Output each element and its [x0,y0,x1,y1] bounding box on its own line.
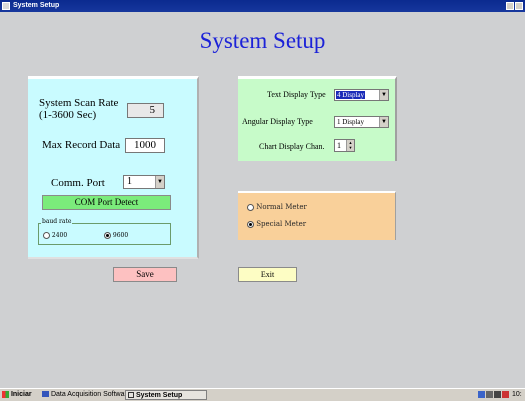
port-settings-panel: System Scan Rate (1-3600 Sec) 5 Max Reco… [28,76,199,259]
start-label: Iniciar [10,391,32,398]
text-display-select[interactable]: 4 Display ▼ [334,89,389,101]
meter-type-panel: Normal Meter Special Meter [238,191,396,240]
baud-radio-9600[interactable]: 9600 [104,232,128,239]
close-button[interactable] [515,2,523,10]
exit-button[interactable]: Exit [238,267,297,282]
security-icon[interactable] [502,391,509,398]
spinner-arrows-icon[interactable]: ▲ ▼ [346,140,354,151]
radio-selected-icon [247,220,254,228]
max-record-input[interactable]: 1000 [125,138,165,153]
chart-display-label: Chart Display Chan. [259,142,325,151]
normal-meter-label: Normal Meter [256,203,307,211]
angular-display-select[interactable]: 1 Display ▼ [334,116,389,128]
taskbar-item-label: System Setup [135,392,183,399]
text-display-label: Text Display Type [267,90,326,99]
max-record-label: Max Record Data [42,139,121,151]
display-settings-panel: Text Display Type 4 Display ▼ Angular Di… [238,76,397,161]
start-button[interactable]: Iniciar [2,390,32,400]
comm-port-label: Comm. Port [51,177,105,189]
chevron-down-icon: ▼ [155,176,164,188]
app-icon [2,2,10,10]
radio-icon [43,232,50,239]
radio-selected-icon [104,232,111,239]
special-meter-radio[interactable]: Special Meter [247,220,306,228]
baud-rate-group-label: baud rate [41,218,73,225]
page-title: System Setup [199,28,326,53]
monitor-icon[interactable] [478,391,485,398]
angular-display-label: Angular Display Type [242,117,313,126]
scan-rate-label: System Scan Rate [39,97,119,109]
baud-radio-2400[interactable]: 2400 [43,232,67,239]
windows-logo-icon [2,390,9,398]
taskbar: Iniciar Data Acquisition Software System… [0,388,525,401]
angular-display-value: 1 Display [337,118,365,126]
save-button[interactable]: Save [113,267,177,282]
taskbar-item-data-acquisition[interactable]: Data Acquisition Software [42,390,131,400]
app-window-icon [42,391,49,398]
chart-display-spinner[interactable]: 1 ▲ ▼ [334,139,355,152]
scan-rate-range-label: (1-3600 Sec) [39,109,97,121]
app-window-icon [128,392,134,399]
normal-meter-radio[interactable]: Normal Meter [247,203,307,211]
chevron-down-icon: ▼ [379,117,388,127]
minimize-button[interactable] [506,2,514,10]
baud-rate-group: baud rate 2400 9600 [38,218,171,245]
comm-port-select[interactable]: 1 ▼ [123,175,165,189]
comm-port-value: 1 [127,176,132,187]
radio-icon [247,203,254,211]
baud-label-2400: 2400 [51,232,68,239]
taskbar-item-system-setup[interactable]: System Setup [125,390,207,400]
volume-icon[interactable] [494,391,501,398]
special-meter-label: Special Meter [256,220,307,228]
window-titlebar: System Setup [0,0,525,12]
baud-label-9600: 9600 [112,232,129,239]
network-icon[interactable] [486,391,493,398]
window-title: System Setup [13,2,60,9]
com-port-detect-button[interactable]: COM Port Detect [42,195,171,210]
chart-display-value: 1 [337,141,341,150]
scan-rate-input[interactable]: 5 [127,103,164,118]
text-display-value: 4 Display [336,91,366,99]
clock: 10: [512,391,522,398]
chevron-down-icon: ▼ [379,90,388,100]
taskbar-item-label: Data Acquisition Software [50,391,131,398]
